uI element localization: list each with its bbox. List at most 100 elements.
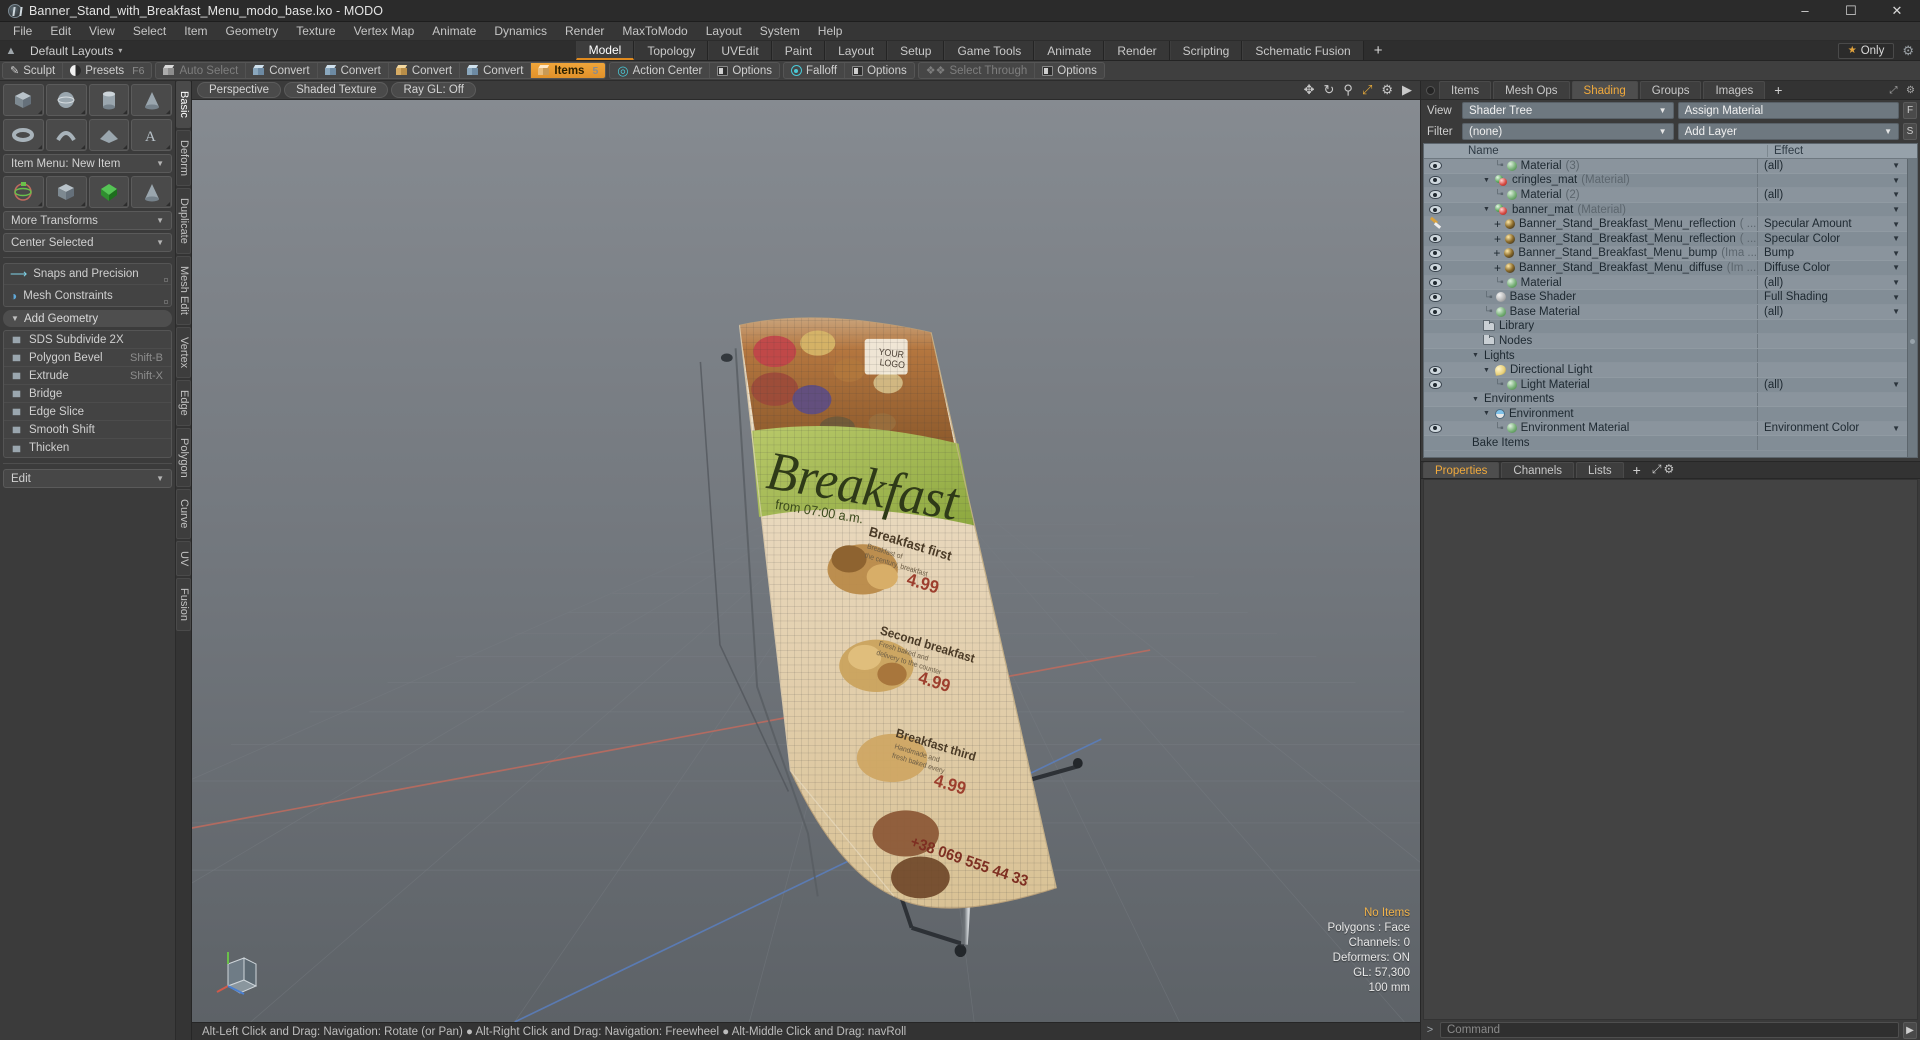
row-effect-cell[interactable]: Specular Amount ▼ xyxy=(1757,217,1907,231)
bottom-tab-properties[interactable]: Properties xyxy=(1423,462,1500,478)
visibility-eye-icon[interactable] xyxy=(1428,423,1442,433)
expand-plus-icon[interactable]: + xyxy=(1494,233,1501,245)
vertical-tab-mesh-edit[interactable]: Mesh Edit xyxy=(176,255,191,325)
tool-options[interactable]: Options xyxy=(710,63,779,78)
menu-item-layout[interactable]: Layout xyxy=(697,22,751,41)
row-effect-cell[interactable] xyxy=(1757,392,1907,407)
add-geometry-header[interactable]: ▼ Add Geometry xyxy=(3,310,172,327)
menu-item-maxtomodo[interactable]: MaxToModo xyxy=(613,22,696,41)
bottom-tab-add[interactable]: + xyxy=(1626,462,1648,478)
vertical-tab-vertex[interactable]: Vertex xyxy=(176,326,191,378)
visibility-eye-icon[interactable] xyxy=(1428,248,1442,258)
mesh-constraints-button[interactable]: ◑ Mesh Constraints xyxy=(4,285,171,306)
expand-triangle-icon[interactable]: ▼ xyxy=(1483,206,1491,213)
visibility-eye-icon[interactable] xyxy=(1428,278,1442,288)
add-layer-dropdown[interactable]: Add Layer ▼ xyxy=(1677,123,1899,140)
menu-item-animate[interactable]: Animate xyxy=(423,22,485,41)
layout-tab-topology[interactable]: Topology xyxy=(634,41,709,60)
row-effect-cell[interactable] xyxy=(1757,407,1907,421)
cone-mesh-icon[interactable] xyxy=(131,176,172,208)
expand-triangle-icon[interactable]: ▼ xyxy=(1472,352,1480,359)
menu-item-texture[interactable]: Texture xyxy=(287,22,344,41)
tool-auto-select[interactable]: Auto Select xyxy=(156,63,247,78)
menu-item-edit[interactable]: Edit xyxy=(41,22,80,41)
row-effect-cell[interactable] xyxy=(1757,436,1907,450)
transform-gizmo-icon[interactable] xyxy=(3,176,44,208)
geometry-tool-smooth-shift[interactable]: Smooth Shift xyxy=(4,421,171,439)
shader-tree-row[interactable]: Nodes xyxy=(1424,334,1907,349)
row-effect-cell[interactable]: (all) ▼ xyxy=(1757,275,1907,290)
tool-items[interactable]: Items 5 xyxy=(531,63,606,78)
tool-action-center[interactable]: ◎ Action Center xyxy=(610,63,711,78)
menu-item-vertex-map[interactable]: Vertex Map xyxy=(345,22,424,41)
box-icon[interactable] xyxy=(3,84,44,116)
layout-tab-paint[interactable]: Paint xyxy=(771,41,826,60)
visibility-eye-icon[interactable] xyxy=(1428,205,1442,215)
layout-tab-layout[interactable]: Layout xyxy=(825,41,888,60)
layout-tab-animate[interactable]: Animate xyxy=(1034,41,1105,60)
visibility-eye-icon[interactable] xyxy=(1428,234,1442,244)
row-effect-cell[interactable]: Specular Color ▼ xyxy=(1757,231,1907,246)
vertical-tab-duplicate[interactable]: Duplicate xyxy=(176,187,191,254)
shader-tree-row[interactable]: ▼ Directional Light xyxy=(1424,363,1907,378)
rotate-icon[interactable]: ↻ xyxy=(1321,82,1338,98)
shader-tree-row[interactable]: └▪ Material (3) (all) ▼ xyxy=(1424,159,1907,174)
expand-triangle-icon[interactable]: ▼ xyxy=(1472,396,1480,403)
assign-material-dropdown[interactable]: Assign Material xyxy=(1677,102,1899,119)
geometry-tool-polygon-bevel[interactable]: Polygon Bevel Shift-B xyxy=(4,349,171,367)
shader-tree-row[interactable]: ▼ cringles_mat (Material) ▼ xyxy=(1424,173,1907,189)
right-tab-shading[interactable]: Shading xyxy=(1571,81,1638,99)
geometry-tool-sds-subdivide-2x[interactable]: SDS Subdivide 2X xyxy=(4,331,171,349)
shader-tree-row[interactable]: ▼ Environments xyxy=(1424,392,1907,408)
geometry-tool-bridge[interactable]: Bridge xyxy=(4,385,171,403)
tool-options[interactable]: Options xyxy=(1035,63,1104,78)
layout-tab-render[interactable]: Render xyxy=(1104,41,1170,60)
maximize-button[interactable]: ☐ xyxy=(1828,0,1874,22)
layout-tab-uvedit[interactable]: UVEdit xyxy=(708,41,772,60)
shader-tree-row[interactable]: └▪ Light Material (all) ▼ xyxy=(1424,377,1907,393)
expand-plus-icon[interactable]: + xyxy=(1494,218,1501,230)
expand-icon[interactable]: ⤢ xyxy=(1652,462,1662,478)
chevron-down-icon[interactable]: ▼ xyxy=(1892,307,1900,316)
text-icon[interactable]: A xyxy=(131,119,172,151)
right-tab-images[interactable]: Images xyxy=(1703,81,1766,99)
menu-item-select[interactable]: Select xyxy=(124,22,175,41)
visibility-eye-icon[interactable] xyxy=(1428,365,1442,375)
menu-item-file[interactable]: File xyxy=(4,22,41,41)
tube-icon[interactable] xyxy=(45,119,87,151)
chevron-down-icon[interactable]: ▼ xyxy=(1892,234,1900,243)
add-layer-button[interactable]: S xyxy=(1903,123,1917,140)
checker-mesh-icon[interactable] xyxy=(88,176,130,208)
row-effect-cell[interactable]: (all) ▼ xyxy=(1757,377,1907,392)
expand-triangle-icon[interactable]: ▼ xyxy=(1483,177,1491,184)
shader-tree-row[interactable]: + Banner_Stand_Breakfast_Menu_reflection(… xyxy=(1424,231,1907,247)
row-effect-cell[interactable]: Bump ▼ xyxy=(1757,246,1907,261)
shader-tree-row[interactable]: + Banner_Stand_Breakfast_Menu_reflection(… xyxy=(1424,217,1907,232)
options-square-icon[interactable] xyxy=(164,278,168,282)
vertical-tab-edge[interactable]: Edge xyxy=(176,379,191,426)
menu-item-help[interactable]: Help xyxy=(809,22,852,41)
right-tab-mesh-ops[interactable]: Mesh Ops xyxy=(1493,81,1570,99)
options-square-icon[interactable] xyxy=(164,300,168,304)
bottom-tab-lists[interactable]: Lists xyxy=(1576,462,1624,478)
bottom-tab-channels[interactable]: Channels xyxy=(1501,462,1575,478)
row-effect-cell[interactable]: Environment Color ▼ xyxy=(1757,421,1907,436)
visibility-eye-icon[interactable] xyxy=(1428,161,1442,171)
add-layout-tab-button[interactable]: + xyxy=(1363,41,1393,60)
chevron-down-icon[interactable]: ▼ xyxy=(1892,293,1900,302)
vertical-tab-deform[interactable]: Deform xyxy=(176,129,191,186)
viewport-chip-perspective[interactable]: Perspective xyxy=(197,82,282,98)
gear-icon[interactable]: ⚙ xyxy=(1663,462,1674,478)
tool-convert[interactable]: Convert xyxy=(246,63,318,78)
menu-item-geometry[interactable]: Geometry xyxy=(217,22,288,41)
row-effect-cell[interactable]: (all) ▼ xyxy=(1757,304,1907,319)
expand-triangle-icon[interactable]: ▼ xyxy=(1483,410,1491,417)
menu-item-system[interactable]: System xyxy=(751,22,809,41)
chevron-down-icon[interactable]: ▼ xyxy=(1892,424,1900,433)
right-tab-add[interactable]: + xyxy=(1767,81,1789,99)
chevron-down-icon[interactable]: ▼ xyxy=(1892,380,1900,389)
expand-triangle-icon[interactable]: ▼ xyxy=(1483,367,1491,374)
paint-brush-icon[interactable] xyxy=(1429,219,1442,230)
tool-convert[interactable]: Convert xyxy=(460,63,532,78)
menu-item-view[interactable]: View xyxy=(80,22,124,41)
